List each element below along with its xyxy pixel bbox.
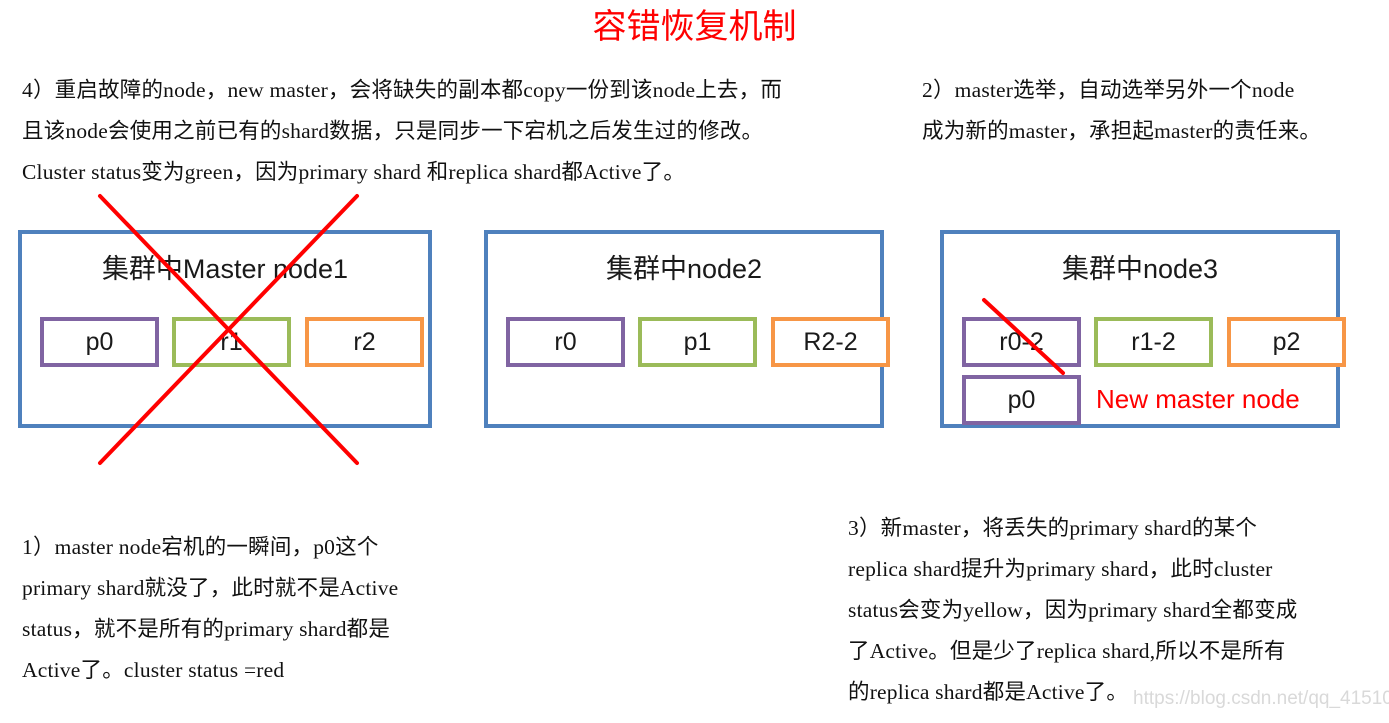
note-line: status会变为yellow，因为primary shard全都变成 xyxy=(848,598,1298,622)
shard-chip[interactable]: p0 xyxy=(962,375,1081,425)
new-master-badge: New master node xyxy=(1096,384,1300,414)
watermark: https://blog.csdn.net/qq_41510985 xyxy=(1133,688,1389,709)
shard-chip[interactable]: r1 xyxy=(172,317,291,367)
note-line: 4）重启故障的node，new master，会将缺失的副本都copy一份到该n… xyxy=(22,78,783,102)
shard-chip[interactable]: r0-2 xyxy=(962,317,1081,367)
note-step-1: 1）master node宕机的一瞬间，p0这个 primary shard就没… xyxy=(22,527,398,691)
note-line: 了Active。但是少了replica shard,所以不是所有 xyxy=(848,639,1286,663)
shard-label: p2 xyxy=(1272,327,1301,356)
shard-label: r2 xyxy=(353,327,376,356)
shard-chip[interactable]: p0 xyxy=(40,317,159,367)
shard-chip[interactable]: R2-2 xyxy=(771,317,890,367)
shard-label: p1 xyxy=(683,327,712,356)
shard-chip[interactable]: p1 xyxy=(638,317,757,367)
note-line: status，就不是所有的primary shard都是 xyxy=(22,617,391,641)
shard-label: p0 xyxy=(85,327,114,356)
diagram-canvas: 容错恢复机制 4）重启故障的node，new master，会将缺失的副本都co… xyxy=(0,0,1389,723)
note-line: 成为新的master，承担起master的责任来。 xyxy=(922,119,1322,143)
shard-chip[interactable]: r2 xyxy=(305,317,424,367)
node-title: 集群中node3 xyxy=(1061,254,1219,284)
note-line: Active了。cluster status =red xyxy=(22,658,285,682)
shard-chip[interactable]: p2 xyxy=(1227,317,1346,367)
note-line: replica shard提升为primary shard，此时cluster xyxy=(848,557,1273,581)
note-line: 2）master选举，自动选举另外一个node xyxy=(922,78,1295,102)
page-title: 容错恢复机制 xyxy=(592,9,797,46)
note-line: Cluster status变为green，因为primary shard 和r… xyxy=(22,160,686,184)
shard-label: r1 xyxy=(220,327,243,356)
node-title: 集群中Master node1 xyxy=(101,254,349,284)
shard-label: r0 xyxy=(554,327,577,356)
note-line: 且该node会使用之前已有的shard数据，只是同步一下宕机之后发生过的修改。 xyxy=(22,119,764,143)
shard-label: r0-2 xyxy=(999,327,1044,356)
shard-label: p0 xyxy=(1007,385,1036,414)
note-line: 3）新master，将丢失的primary shard的某个 xyxy=(848,516,1258,540)
node-box-node3[interactable]: 集群中node3 r0-2 r1-2 p2 p0 New master node xyxy=(940,230,1346,428)
note-line: primary shard就没了，此时就不是Active xyxy=(22,576,399,600)
note-step-3: 3）新master，将丢失的primary shard的某个 replica s… xyxy=(848,508,1298,713)
node-box-node2[interactable]: 集群中node2 r0 p1 R2-2 xyxy=(484,230,890,428)
note-step-2: 2）master选举，自动选举另外一个node 成为新的master，承担起ma… xyxy=(922,70,1321,152)
shard-chip[interactable]: r0 xyxy=(506,317,625,367)
note-step-4: 4）重启故障的node，new master，会将缺失的副本都copy一份到该n… xyxy=(22,70,782,193)
shard-label: r1-2 xyxy=(1131,327,1176,356)
shard-label: R2-2 xyxy=(803,327,858,356)
note-line: 1）master node宕机的一瞬间，p0这个 xyxy=(22,535,379,559)
node-title: 集群中node2 xyxy=(605,254,763,284)
node-box-node1[interactable]: 集群中Master node1 p0 r1 r2 xyxy=(18,230,432,428)
shard-chip[interactable]: r1-2 xyxy=(1094,317,1213,367)
